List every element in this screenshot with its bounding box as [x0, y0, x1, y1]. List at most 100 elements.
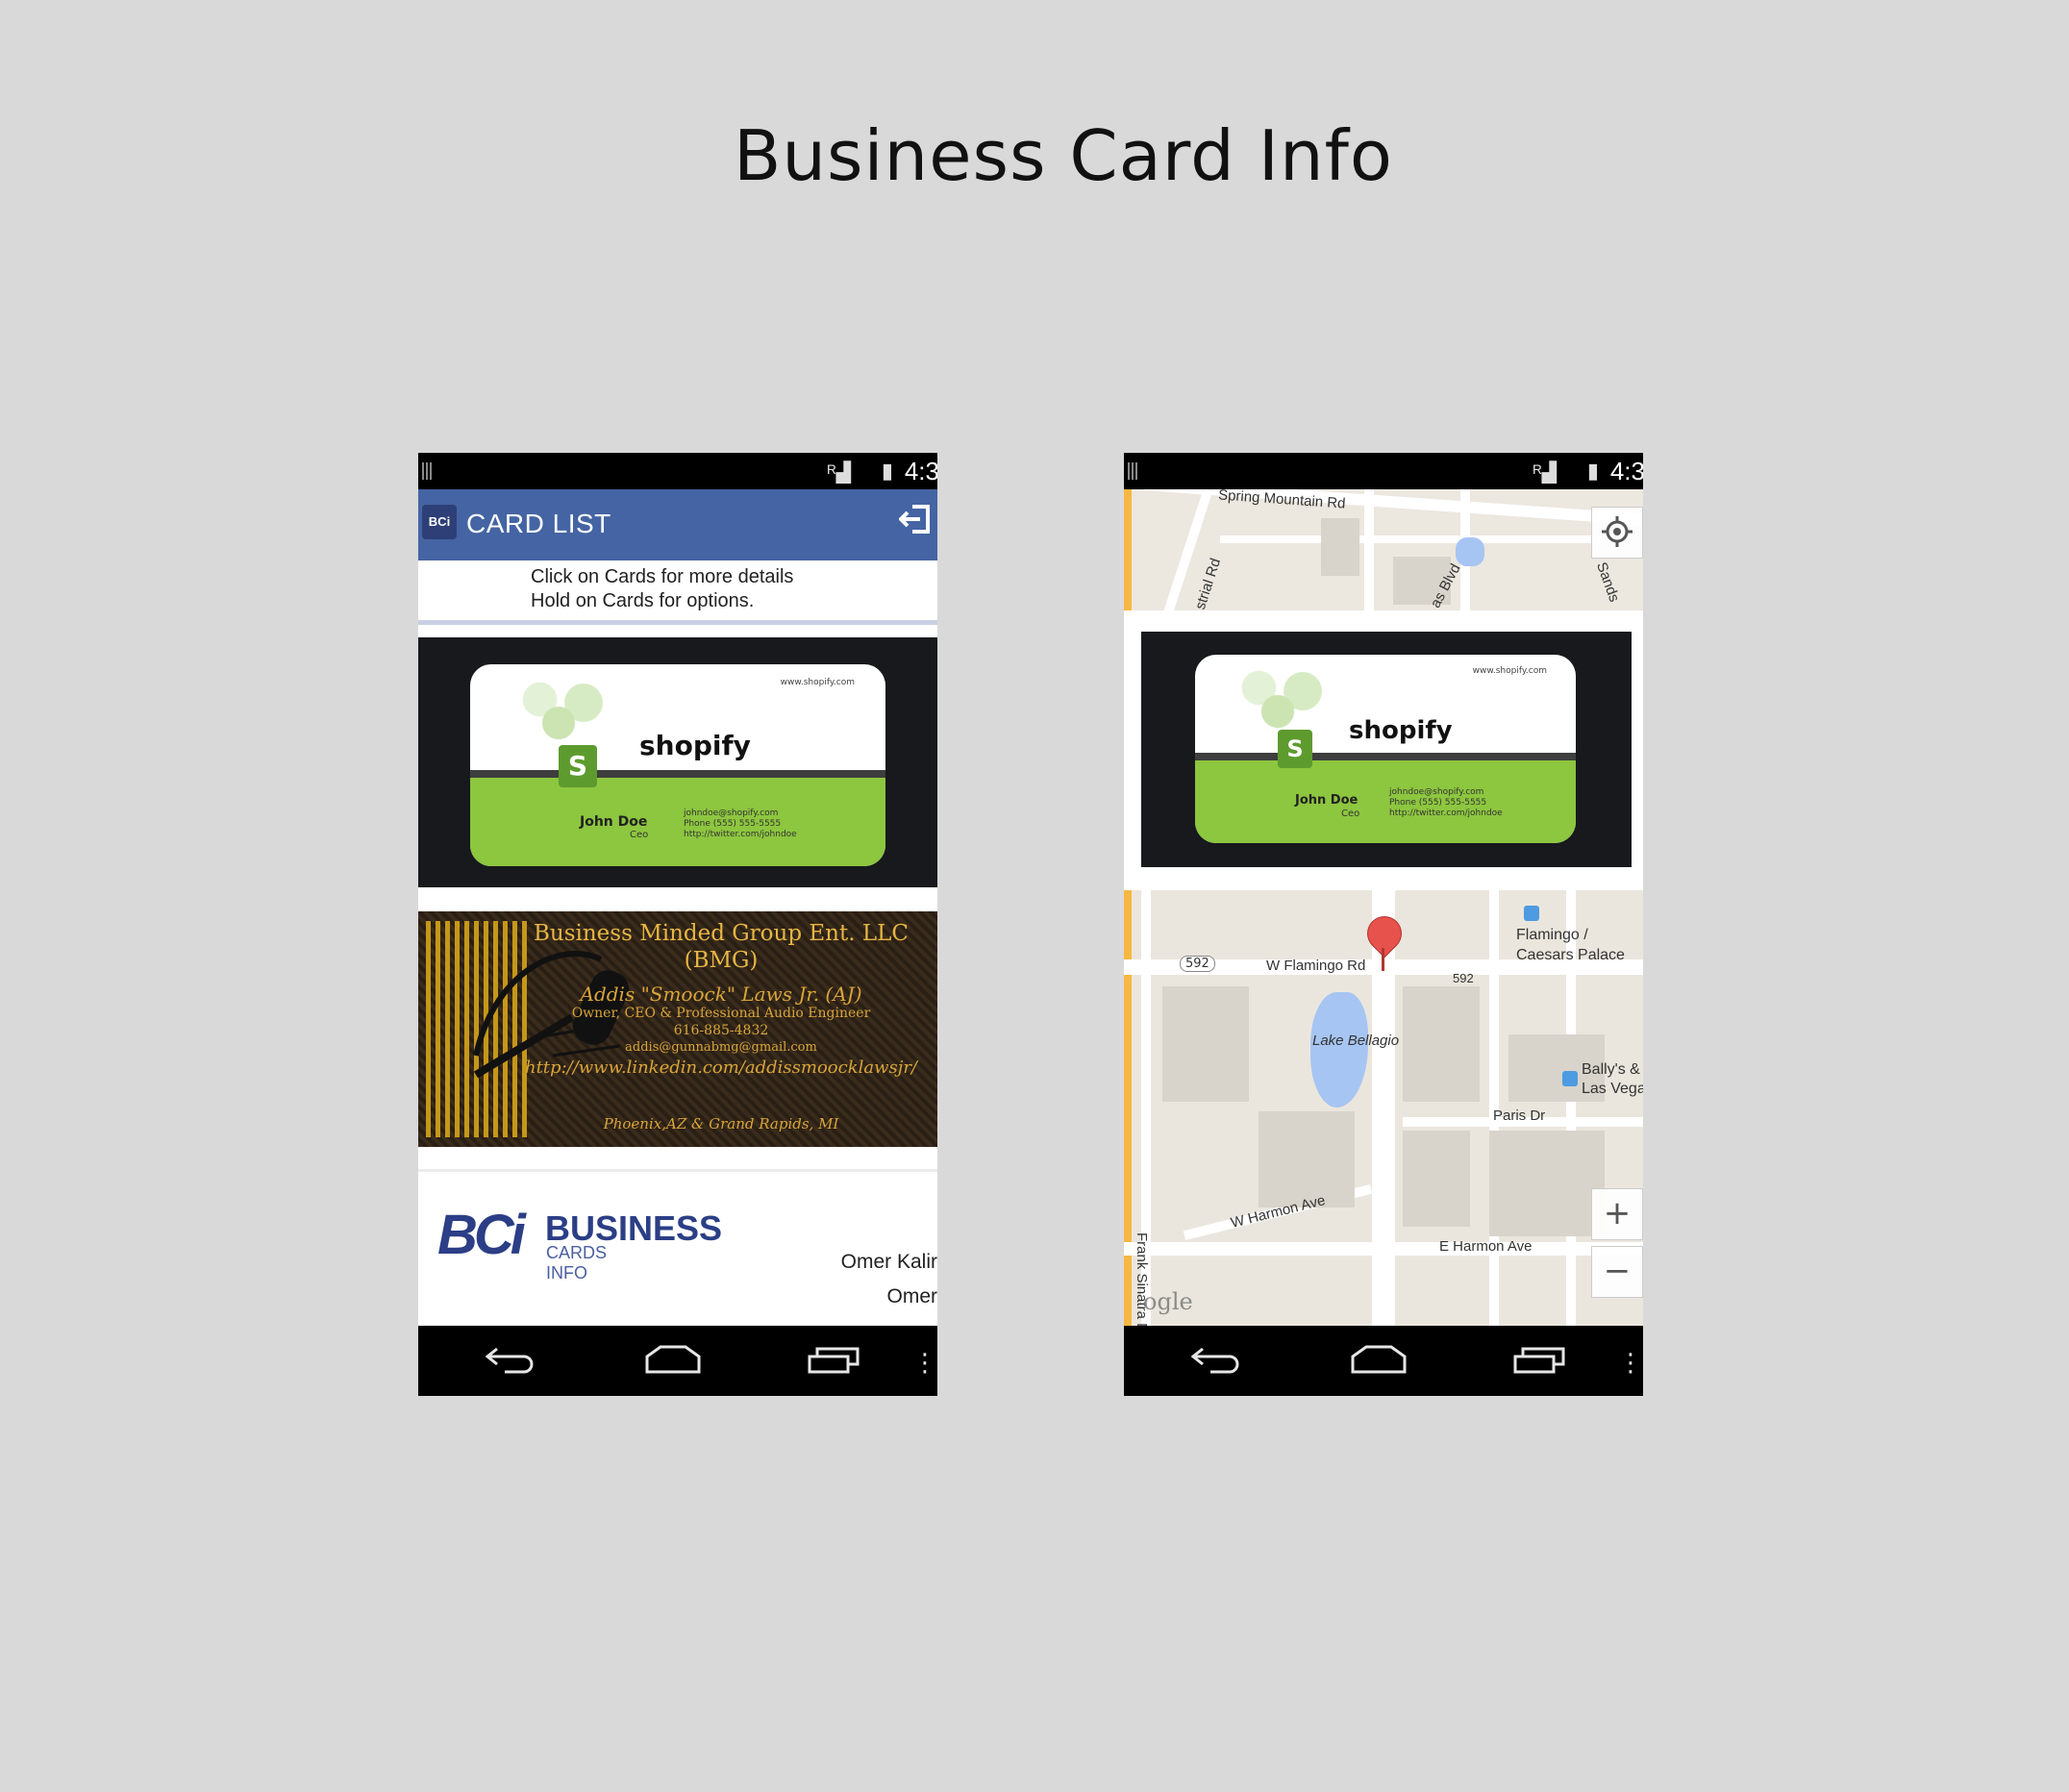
card-item-bci[interactable]: BCi BUSINESS CARDS INFO Omer Kalir Omer [418, 1169, 937, 1335]
logout-icon [898, 505, 930, 534]
card-detail-panel: www.shopify.com shopify S John Doe Ceo j… [1124, 610, 1643, 890]
bmg-line-1: Business Minded Group Ent. LLC [534, 921, 909, 946]
home-button[interactable] [1351, 1345, 1407, 1380]
card-list-screen: ᴿ▟ ▮ 4:3 BCi CARD LIST Click on Cards fo… [418, 453, 937, 1396]
battery-icon: ▮ [1586, 459, 1599, 483]
map-label: 592 [1453, 971, 1474, 985]
back-icon [485, 1347, 534, 1374]
bmg-line-3: Addis "Smoock" Laws Jr. (AJ) [580, 983, 862, 1006]
info-window-pointer [1373, 890, 1396, 904]
card-web: http://twitter.com/johndoe [1389, 809, 1503, 818]
signal-icon: ᴿ▟ [827, 462, 851, 484]
card-brand: shopify [1349, 716, 1453, 745]
instruction-line-1: Click on Cards for more details [531, 566, 794, 587]
screen-title: CARD LIST [466, 509, 611, 538]
map-label: Lake Bellagio [1312, 1033, 1400, 1049]
map-water [1456, 537, 1484, 566]
map-label: Flamingo / [1516, 927, 1588, 943]
bci-logo-sub: CARDS INFO [546, 1243, 608, 1282]
recent-apps-button[interactable] [1513, 1345, 1565, 1380]
my-location-button[interactable] [1591, 507, 1643, 559]
google-attribution: ogle [1143, 1288, 1193, 1315]
map-label: strial Rd [1191, 556, 1225, 610]
card-item-bmg[interactable]: Business Minded Group Ent. LLC (BMG) Add… [418, 911, 937, 1147]
back-button[interactable] [1190, 1345, 1243, 1380]
signal-icon: ᴿ▟ [1533, 462, 1557, 484]
bmg-line-7: http://www.linkedin.com/addissmoocklawsj… [524, 1058, 917, 1078]
card-url: www.shopify.com [780, 678, 855, 687]
shopify-card-image: www.shopify.com shopify S John Doe Ceo j… [470, 664, 885, 866]
route-shield: 592 [1180, 956, 1215, 972]
transit-icon [1524, 906, 1539, 921]
map-road [1220, 535, 1605, 543]
bmg-line-5: 616-885-4832 [673, 1023, 769, 1038]
card-role: Ceo [1341, 809, 1360, 819]
card-item-shopify[interactable]: www.shopify.com shopify S John Doe Ceo j… [418, 637, 937, 887]
status-bar: ᴿ▟ ▮ 4:3 [418, 453, 937, 489]
card-email: johndoe@shopify.com [1389, 787, 1484, 797]
bci-name-1: Omer Kalir [840, 1251, 937, 1273]
card-detail-screen: ᴿ▟ ▮ 4:3 Spring Mountain Rd strial Rd as… [1124, 453, 1643, 1396]
card-phone: Phone (555) 555-5555 [684, 819, 782, 829]
home-button[interactable] [645, 1345, 701, 1380]
map-road [1124, 489, 1132, 610]
card-brand: shopify [639, 730, 751, 761]
card-person: John Doe [1295, 793, 1359, 808]
map-block [1259, 1111, 1355, 1207]
recent-apps-button[interactable] [808, 1345, 860, 1380]
back-icon [1190, 1347, 1239, 1374]
home-icon [645, 1345, 701, 1374]
shopify-card-image: www.shopify.com shopify S John Doe Ceo j… [1195, 655, 1576, 843]
zoom-out-button[interactable]: − [1591, 1246, 1643, 1298]
tree-graphic [1228, 664, 1353, 732]
notification-icon [422, 462, 432, 480]
bmg-line-6: addis@gunnabmg@gmail.com [625, 1040, 817, 1055]
bci-name-2: Omer [886, 1285, 938, 1307]
bmg-line-2: (BMG) [684, 948, 759, 973]
map-marker-tail [1382, 948, 1384, 971]
action-bar: BCi CARD LIST [418, 489, 937, 560]
status-bar: ᴿ▟ ▮ 4:3 [1124, 453, 1643, 489]
map-block [1403, 986, 1480, 1102]
battery-icon: ▮ [881, 459, 893, 483]
zoom-in-button[interactable]: + [1591, 1188, 1643, 1240]
map-overview[interactable]: Spring Mountain Rd strial Rd as Blvd San… [1124, 489, 1643, 610]
overflow-menu-button[interactable]: ⋮ [1618, 1347, 1643, 1380]
status-time: 4:3 [1609, 457, 1643, 485]
transit-icon [1562, 1071, 1578, 1086]
card-phone: Phone (555) 555-5555 [1389, 798, 1487, 808]
overflow-menu-button[interactable]: ⋮ [912, 1347, 937, 1380]
bmg-line-8: Phoenix,AZ & Grand Rapids, MI [603, 1115, 839, 1132]
bci-logo: BCi BUSINESS CARDS INFO [437, 1203, 722, 1282]
map-block [1321, 518, 1359, 576]
crosshair-icon [1602, 516, 1633, 547]
card-person: John Doe [580, 814, 648, 830]
map-label: Bally's & [1582, 1061, 1640, 1078]
status-time: 4:3 [904, 457, 937, 485]
instructions: Click on Cards for more details Hold on … [418, 560, 937, 625]
map-block [1489, 1131, 1605, 1236]
location-map[interactable]: 592 W Flamingo Rd 592 Flamingo / Caesars… [1124, 890, 1643, 1326]
logout-button[interactable] [898, 503, 932, 544]
system-nav-bar: ⋮ [418, 1326, 937, 1396]
instruction-line-2: Hold on Cards for options. [531, 590, 755, 611]
bci-logo-mark: BCi [437, 1204, 526, 1266]
recent-apps-icon [1513, 1347, 1565, 1374]
card-green-band [1195, 759, 1576, 843]
recent-apps-icon [808, 1347, 860, 1374]
map-marker-icon[interactable] [1360, 909, 1408, 958]
back-button[interactable] [485, 1345, 537, 1380]
map-road-harmon [1124, 1242, 1643, 1256]
card-detail-image[interactable]: www.shopify.com shopify S John Doe Ceo j… [1141, 632, 1632, 867]
card-green-band [470, 777, 885, 866]
map-label: Las Vega [1582, 1081, 1643, 1097]
app-logo-icon[interactable]: BCi [422, 505, 457, 539]
system-nav-bar: ⋮ [1124, 1326, 1643, 1396]
map-label: Caesars Palace [1516, 947, 1625, 963]
map-block [1403, 1131, 1470, 1227]
map-label: Paris Dr [1493, 1108, 1546, 1124]
bmg-line-4: Owner, CEO & Professional Audio Engineer [571, 1006, 871, 1021]
tree-graphic [509, 676, 634, 743]
map-label: Sands [1593, 560, 1623, 605]
card-email: johndoe@shopify.com [684, 809, 779, 818]
